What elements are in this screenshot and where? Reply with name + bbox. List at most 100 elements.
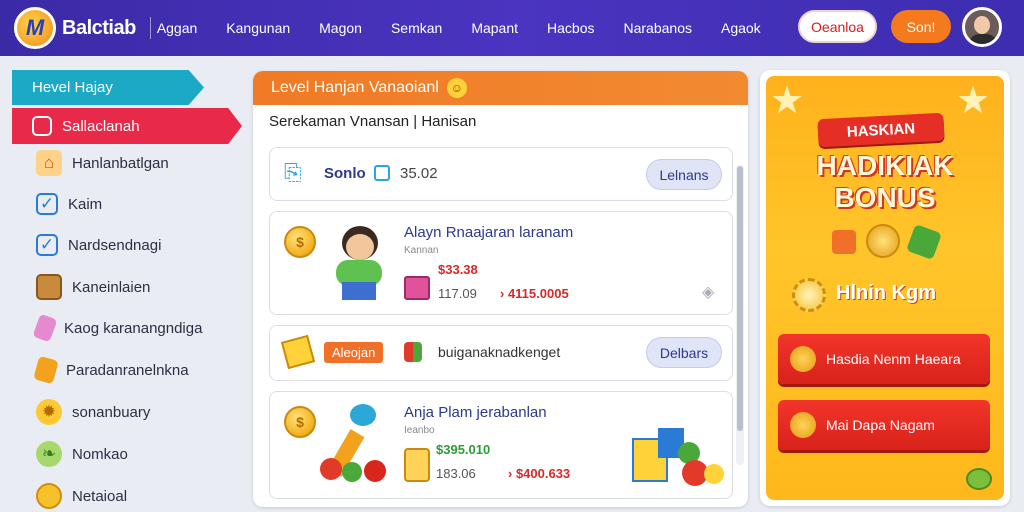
- sidebar-item-4[interactable]: Kaneinlaien: [12, 267, 248, 307]
- sidebar-item-8[interactable]: ❧ Nomkao: [12, 434, 248, 474]
- sidebar-item-label: sonanbuary: [72, 403, 151, 421]
- character-illustration: [326, 224, 390, 306]
- main-panel: Level Hanjan Vanaoianl ☺ Serekaman Vnans…: [253, 71, 748, 507]
- nav-item-6[interactable]: Hacbos: [547, 20, 594, 36]
- login-button[interactable]: Oeanloa: [798, 10, 877, 43]
- box-icon: [32, 116, 52, 136]
- nav-item-4[interactable]: Semkan: [391, 20, 442, 36]
- coins-icon: [790, 346, 816, 372]
- view-button[interactable]: Lelnans: [646, 159, 722, 190]
- sidebar-item-label: Kaneinlaien: [72, 278, 151, 296]
- nav-item-7[interactable]: Narabanos: [623, 20, 692, 36]
- nav-item-1[interactable]: Aggan: [157, 20, 197, 36]
- product-total: › 4115.0005: [500, 286, 569, 301]
- sidebar-item-label: Netaioal: [72, 487, 128, 505]
- coin-icon: $: [284, 406, 316, 438]
- product-card: $ Alayn Rnaajaran laranam Kannan $33.38 …: [269, 211, 733, 315]
- nav-item-2[interactable]: Kangunan: [226, 20, 290, 36]
- nav-item-5[interactable]: Mapant: [471, 20, 518, 36]
- coin-icon: [36, 483, 62, 509]
- product-qty: 117.09: [438, 286, 477, 301]
- promo-ribbon: HASKIAN: [817, 112, 945, 148]
- promo-title: HADIKIAK BONUS: [776, 150, 994, 214]
- barrel-icon: [36, 274, 62, 300]
- offer-card: Aleojan buiganaknadkenget Delbars: [269, 325, 733, 381]
- promo-title-line1: HADIKIAK: [816, 150, 954, 181]
- grocery-illustration: [618, 428, 726, 490]
- panel-header: Level Hanjan Vanaoianl ☺: [253, 71, 748, 105]
- user-avatar[interactable]: [962, 7, 1002, 47]
- bonus-items-icon: [832, 224, 942, 260]
- leaf-icon: [966, 468, 992, 490]
- sidebar-item-9[interactable]: Netaioal: [12, 476, 248, 512]
- sidebar-header[interactable]: Hevel Hajay: [12, 70, 204, 105]
- panel-title: Level Hanjan Vanaoianl: [271, 79, 439, 96]
- star-icon: ★: [770, 80, 805, 122]
- vegetables-illustration: [320, 402, 398, 488]
- product-price: $395.010: [436, 442, 491, 457]
- tag-icon: [32, 313, 58, 343]
- gift-icon: [404, 276, 430, 300]
- sidebar-item-7[interactable]: ✹ sonanbuary: [12, 392, 248, 432]
- promo-button-1[interactable]: Hasdia Nenm Haeara: [778, 334, 990, 384]
- product-title: Alayn Rnaajaran laranam: [404, 224, 574, 241]
- nav-item-8[interactable]: Agaok: [721, 20, 761, 36]
- top-navigation-bar: M Balctiab Aggan Kangunan Magon Semkan M…: [0, 0, 1024, 56]
- summary-value: 35.02: [400, 165, 438, 182]
- avatar-face: [974, 16, 990, 34]
- sidebar: Hevel Hajay Sallaclanah ⌂ Hanlanbatlgan …: [12, 70, 248, 512]
- summary-card: ⎘ Sonlo 35.02 Lelnans: [269, 147, 733, 201]
- checkbox-icon: ✓: [36, 193, 58, 215]
- sidebar-item-1[interactable]: ⌂ Hanlanbatlgan: [12, 143, 248, 183]
- promo-button-2[interactable]: Mai Dapa Nagam: [778, 400, 990, 450]
- scrollbar-thumb[interactable]: [737, 166, 743, 431]
- brand-name: Balctiab: [62, 16, 136, 39]
- star-icon: ★: [956, 80, 991, 122]
- offer-text: buiganaknadkenget: [438, 344, 561, 360]
- offer-badge[interactable]: Aleojan: [324, 342, 384, 363]
- product-subtitle: Ieanbo: [404, 425, 435, 436]
- product-card-2: $ Anja Plam jerabanlan Ieanbo $395.010 1…: [269, 391, 733, 499]
- sidebar-item-active[interactable]: Sallaclanah: [12, 108, 242, 144]
- sidebar-item-label: Kaog karanangndiga: [64, 319, 203, 337]
- sidebar-item-label: Nomkao: [72, 445, 128, 463]
- panel-tabs[interactable]: Serekaman Vnansan | Hanisan: [269, 113, 476, 130]
- sidebar-item-label: Hanlanbatlgan: [72, 154, 169, 172]
- sidebar-item-label: Nardsendnagi: [68, 236, 162, 254]
- feature-label: Hlnin Kgm: [836, 282, 936, 304]
- basket-icon: [404, 448, 430, 482]
- checkbox-icon: ✓: [36, 234, 58, 256]
- promo-button-label: Hasdia Nenm Haeara: [826, 351, 961, 367]
- sidebar-item-2[interactable]: ✓ Kaim: [12, 184, 248, 224]
- diamond-icon[interactable]: ◈: [702, 282, 714, 302]
- summary-label: Sonlo: [324, 165, 366, 182]
- coins-icon: [790, 412, 816, 438]
- details-button[interactable]: Delbars: [646, 337, 722, 368]
- leaf-icon: ❧: [36, 441, 62, 467]
- sidebar-item-6[interactable]: Paradanranelnkna: [12, 350, 248, 390]
- tickets-icon: ⎘: [284, 160, 302, 185]
- smiley-icon: ☺: [446, 78, 467, 98]
- promo-title-line2: BONUS: [834, 182, 936, 213]
- sidebar-item-label: Kaim: [68, 195, 103, 213]
- brand-logo[interactable]: M Balctiab: [14, 7, 136, 49]
- logo-icon: M: [14, 7, 56, 49]
- sidebar-item-5[interactable]: Kaog karanangndiga: [12, 308, 248, 348]
- product-subtitle: Kannan: [404, 245, 439, 256]
- nav-item-3[interactable]: Magon: [319, 20, 362, 36]
- gear-icon: ✹: [36, 399, 62, 425]
- gear-coin-icon: [792, 278, 826, 312]
- nav-divider: [149, 17, 151, 39]
- house-icon: ⌂: [36, 150, 62, 176]
- fruit-icon: [404, 342, 422, 362]
- signup-button[interactable]: Son!: [891, 10, 951, 43]
- sidebar-item-label: Sallaclanah: [62, 117, 140, 135]
- sidebar-item-3[interactable]: ✓ Nardsendnagi: [12, 225, 248, 265]
- product-title: Anja Plam jerabanlan: [404, 404, 547, 421]
- ticket-icon: [280, 334, 316, 370]
- product-total: › $400.633: [508, 466, 571, 481]
- tag-icon: [33, 355, 59, 385]
- product-qty: 183.06: [436, 466, 476, 481]
- promo-panel: ★ ★ HASKIAN HADIKIAK BONUS Hlnin Kgm Has…: [760, 70, 1010, 506]
- bonus-banner[interactable]: ★ ★ HASKIAN HADIKIAK BONUS Hlnin Kgm Has…: [766, 76, 1004, 500]
